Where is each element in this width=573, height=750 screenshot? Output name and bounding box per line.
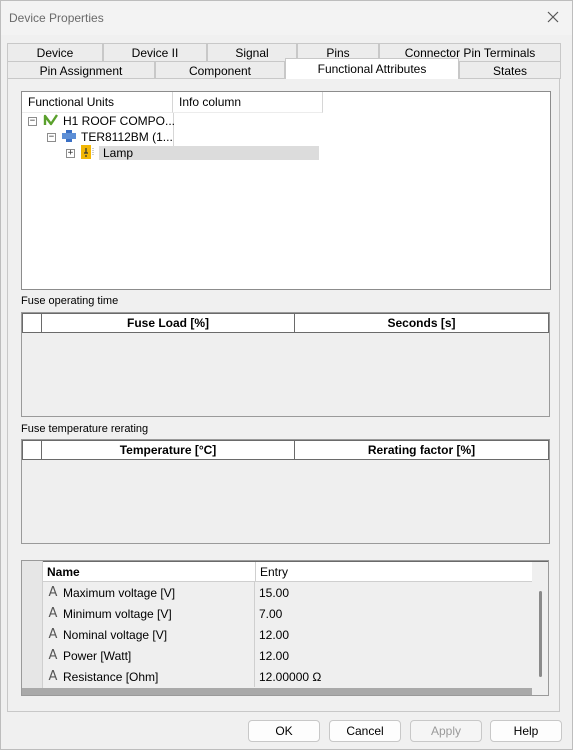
tab-label: Device	[36, 45, 74, 60]
column-header-seconds[interactable]: Seconds [s]	[294, 313, 549, 333]
fuse-operating-time-label: Fuse operating time	[21, 295, 119, 307]
attribute-icon: A	[48, 627, 58, 642]
attribute-entry-cell[interactable]: 15.00	[255, 582, 531, 603]
tab-states[interactable]: States	[459, 61, 561, 79]
tab-device-ii[interactable]: Device II	[103, 43, 207, 61]
expand-toggle[interactable]: +	[66, 148, 75, 158]
tab-label: Signal	[235, 45, 269, 60]
button-label: Cancel	[346, 724, 384, 738]
column-header-label: Info column	[179, 95, 242, 109]
close-button[interactable]	[540, 5, 566, 31]
attribute-entry: 12.00	[259, 648, 290, 663]
attribute-entry-cell[interactable]: 12.00000 Ω	[255, 666, 531, 687]
column-header-rerating-factor[interactable]: Rerating factor [%]	[294, 440, 549, 460]
attribute-name: Minimum voltage [V]	[63, 606, 172, 621]
attribute-entry-cell[interactable]: 7.00	[255, 603, 531, 624]
functional-units-tree[interactable]: Functional Units Info column − H1 ROOF C…	[21, 91, 551, 290]
attribute-entry: 7.00	[259, 606, 283, 621]
attribute-row[interactable]: A Nominal voltage [V] 12.00	[43, 624, 531, 645]
column-header-label: Seconds [s]	[387, 316, 456, 330]
close-icon	[547, 11, 559, 26]
attribute-icon: A	[48, 648, 58, 663]
column-header-fuse-load[interactable]: Fuse Load [%]	[41, 313, 295, 333]
attribute-name: Resistance [Ohm]	[63, 669, 159, 684]
vertical-scrollbar-thumb[interactable]	[539, 591, 542, 677]
attribute-name-cell: A Resistance [Ohm]	[43, 666, 255, 687]
tab-functional-attributes[interactable]: Functional Attributes	[285, 58, 459, 79]
tab-label: Functional Attributes	[317, 62, 427, 76]
tree-node-label-selected: Lamp	[99, 146, 319, 160]
tab-signal[interactable]: Signal	[207, 43, 297, 61]
column-header-label: Fuse Load [%]	[126, 316, 209, 330]
attribute-icon: A	[48, 669, 58, 684]
device-icon	[61, 129, 77, 146]
attribute-name-cell: A Minimum voltage [V]	[43, 603, 255, 624]
attribute-name: Power [Watt]	[63, 648, 132, 663]
attribute-row[interactable]: A Power [Watt] 12.00	[43, 645, 531, 666]
column-header-label: Temperature [°C]	[119, 443, 217, 457]
attribute-name: Maximum voltage [V]	[63, 585, 176, 600]
attribute-entry: 12.00	[259, 627, 290, 642]
tab-device[interactable]: Device	[7, 43, 103, 61]
column-header-label: Rerating factor [%]	[367, 443, 476, 457]
attribute-entry-cell[interactable]: 12.00	[255, 624, 531, 645]
column-header-label: Entry	[260, 564, 289, 579]
device-properties-window: Device Properties Device Device II Signa…	[0, 0, 573, 750]
tab-label: Pin Assignment	[39, 63, 123, 78]
row-header-corner	[22, 313, 42, 333]
apply-button[interactable]: Apply	[410, 720, 482, 742]
title-bar: Device Properties	[1, 1, 572, 35]
attribute-entry: 15.00	[259, 585, 290, 600]
tab-label: Component	[188, 63, 252, 78]
attributes-grid[interactable]: Name Entry A Maximum voltage [V] 15.00 AM…	[21, 560, 549, 696]
attribute-entry: 12.00000 Ω	[259, 669, 322, 684]
lamp-icon	[80, 144, 96, 162]
functional-unit-icon	[43, 113, 59, 130]
tree-node-label: H1 ROOF COMPO...	[63, 114, 176, 128]
button-label: Help	[513, 724, 539, 738]
column-header-temperature[interactable]: Temperature [°C]	[41, 440, 295, 460]
row-header-corner	[22, 440, 42, 460]
horizontal-scrollbar[interactable]	[22, 688, 532, 695]
attribute-entry-cell[interactable]: 12.00	[255, 645, 531, 666]
attribute-row[interactable]: A Minimum voltage [V] 7.00	[43, 603, 531, 624]
collapse-toggle[interactable]: −	[47, 132, 56, 142]
attribute-name: Nominal voltage [V]	[63, 627, 168, 642]
attribute-icon: A	[48, 606, 58, 621]
attribute-name-cell: A Nominal voltage [V]	[43, 624, 255, 645]
tab-component[interactable]: Component	[155, 61, 285, 79]
collapse-toggle[interactable]: −	[28, 116, 37, 126]
fuse-operating-time-grid[interactable]: Fuse Load [%] Seconds [s]	[21, 312, 550, 417]
help-button[interactable]: Help	[490, 720, 562, 742]
fuse-temperature-rerating-label: Fuse temperature rerating	[21, 423, 149, 435]
attribute-name-cell: A Maximum voltage [V]	[43, 582, 255, 603]
ok-button[interactable]: OK	[248, 720, 320, 742]
button-label: OK	[275, 724, 293, 738]
attribute-row[interactable]: A Maximum voltage [V] 15.00	[43, 582, 531, 603]
column-header-label: Name	[47, 564, 80, 579]
tab-pin-assignment[interactable]: Pin Assignment	[7, 61, 155, 79]
column-header-functional-units[interactable]: Functional Units	[22, 92, 173, 113]
attribute-icon: A	[48, 585, 58, 600]
tree-node-label: TER8112BM (1...	[81, 130, 173, 144]
tab-label: States	[492, 63, 528, 78]
column-header-info[interactable]: Info column	[173, 92, 323, 113]
button-label: Apply	[430, 724, 462, 738]
row-header-column	[22, 561, 43, 689]
column-header-entry[interactable]: Entry	[256, 562, 532, 582]
attribute-name-cell: A Power [Watt]	[43, 645, 255, 666]
tree-node-roof-component[interactable]: − H1 ROOF COMPO...	[28, 113, 175, 129]
column-header-label: Functional Units	[28, 95, 115, 109]
window-title: Device Properties	[9, 11, 104, 25]
tree-node-lamp[interactable]: + Lamp	[66, 144, 319, 162]
cancel-button[interactable]: Cancel	[329, 720, 401, 742]
column-header-name[interactable]: Name	[43, 562, 256, 582]
attribute-row[interactable]: A Resistance [Ohm] 12.00000 Ω	[43, 666, 531, 687]
tree-node-ter8112bm[interactable]: − TER8112BM (1...	[47, 129, 173, 145]
tab-label: Device II	[131, 45, 179, 60]
fuse-temperature-rerating-grid[interactable]: Temperature [°C] Rerating factor [%]	[21, 439, 550, 544]
